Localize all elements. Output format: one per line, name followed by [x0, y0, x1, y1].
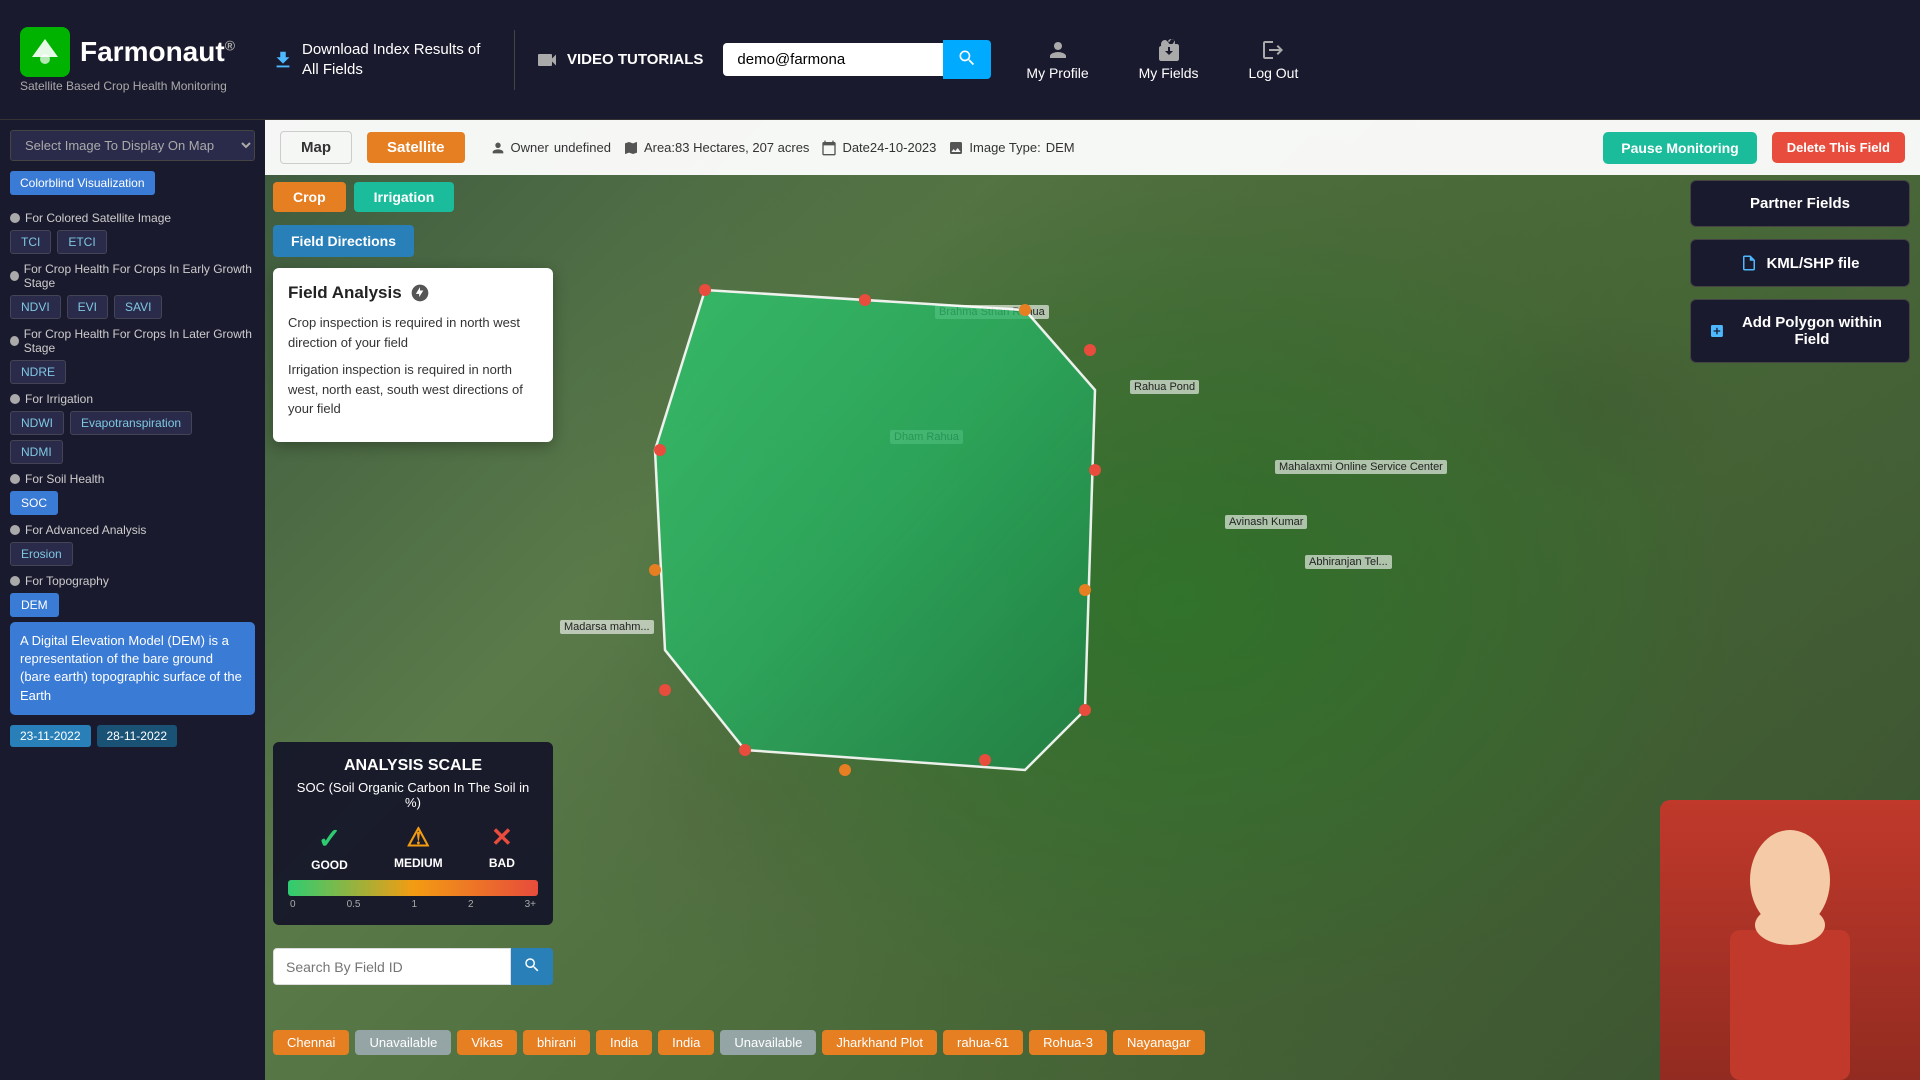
avatar-area	[1660, 800, 1920, 1080]
chip-nayanagar[interactable]: Nayanagar	[1113, 1030, 1205, 1055]
analysis-scale-panel: ANALYSIS SCALE SOC (Soil Organic Carbon …	[273, 742, 553, 925]
satellite-section: For Colored Satellite Image	[10, 211, 255, 225]
date-value: Date24-10-2023	[842, 140, 936, 155]
chip-chennai[interactable]: Chennai	[273, 1030, 349, 1055]
date-info: Date24-10-2023	[821, 140, 936, 156]
scale-bad: ✕ BAD	[489, 822, 515, 872]
map-controls-bar: Map Satellite Owner undefined Area:83 He…	[265, 120, 1920, 175]
chip-vikas[interactable]: Vikas	[457, 1030, 517, 1055]
soil-health-section: For Soil Health	[10, 472, 255, 486]
image-type-info: Image Type: DEM	[948, 140, 1074, 156]
scale-good: ✓ GOOD	[311, 822, 348, 872]
field-analysis-title: Field Analysis	[288, 283, 538, 303]
pause-monitoring-btn[interactable]: Pause Monitoring	[1603, 132, 1756, 164]
crop-irrigation-btns: Crop Irrigation	[273, 182, 454, 212]
logo-subtitle: Satellite Based Crop Health Monitoring	[20, 79, 240, 93]
field-directions-btn[interactable]: Field Directions	[273, 225, 414, 257]
ndre-btn[interactable]: NDRE	[10, 360, 66, 384]
ndvi-btn[interactable]: NDVI	[10, 295, 61, 319]
chip-unavail-2[interactable]: Unavailable	[720, 1030, 816, 1055]
crop-btn[interactable]: Crop	[273, 182, 346, 212]
colorblind-btn[interactable]: Colorblind Visualization	[10, 171, 155, 195]
crop-early-section: For Crop Health For Crops In Early Growt…	[10, 262, 255, 290]
search-button[interactable]	[943, 40, 991, 79]
map-info: Owner undefined Area:83 Hectares, 207 ac…	[490, 140, 1075, 156]
dem-btn[interactable]: DEM	[10, 593, 59, 617]
area-info: Area:83 Hectares, 207 acres	[623, 140, 809, 156]
topography-section: For Topography	[10, 574, 255, 588]
chip-jharkhand[interactable]: Jharkhand Plot	[822, 1030, 937, 1055]
my-fields-btn[interactable]: My Fields	[1124, 33, 1214, 86]
logo-area: Farmonaut® Satellite Based Crop Health M…	[20, 27, 240, 93]
main-area: Brahma Sthan Rahua Dham Rahua Rahua Pond…	[265, 120, 1920, 1080]
chip-unavail-1[interactable]: Unavailable	[355, 1030, 451, 1055]
logo-icon	[20, 27, 70, 77]
search-area	[723, 40, 991, 79]
owner-label: Owner	[511, 140, 549, 155]
topbar: Farmonaut® Satellite Based Crop Health M…	[0, 0, 1920, 120]
avatar-placeholder	[1660, 800, 1920, 1080]
date2-btn[interactable]: 28-11-2022	[97, 725, 178, 747]
advanced-section: For Advanced Analysis	[10, 523, 255, 537]
erosion-btn[interactable]: Erosion	[10, 542, 73, 566]
image-type-label: Image Type:	[969, 140, 1040, 155]
download-btn[interactable]: Download Index Results of All Fields	[260, 32, 494, 87]
logout-btn[interactable]: Log Out	[1234, 33, 1314, 86]
evi-btn[interactable]: EVI	[67, 295, 108, 319]
field-search-button[interactable]	[511, 948, 553, 985]
field-polygon	[645, 270, 1125, 820]
image-select[interactable]: Select Image To Display On Map	[10, 130, 255, 161]
crop-later-section: For Crop Health For Crops In Later Growt…	[10, 327, 255, 355]
owner-info: Owner undefined	[490, 140, 611, 156]
field-analysis-text1: Crop inspection is required in north wes…	[288, 313, 538, 352]
field-search-bar	[273, 948, 553, 985]
scale-medium: ⚠ MEDIUM	[394, 822, 443, 872]
dem-value: DEM	[1046, 140, 1075, 155]
kml-shp-btn[interactable]: KML/SHP file	[1690, 239, 1910, 287]
savi-btn[interactable]: SAVI	[114, 295, 162, 319]
add-polygon-btn[interactable]: Add Polygon within Field	[1690, 299, 1910, 363]
date1-btn[interactable]: 23-11-2022	[10, 725, 91, 747]
field-id-search-input[interactable]	[273, 948, 511, 985]
field-analysis-text2: Irrigation inspection is required in nor…	[288, 360, 538, 419]
evapo-btn[interactable]: Evapotranspiration	[70, 411, 192, 435]
field-chips: Chennai Unavailable Vikas bhirani India …	[273, 1030, 1673, 1055]
scale-bar	[288, 880, 538, 896]
etci-btn[interactable]: ETCI	[57, 230, 106, 254]
tci-btn[interactable]: TCI	[10, 230, 51, 254]
right-panel: Partner Fields KML/SHP file Add Polygon …	[1690, 180, 1910, 363]
chip-india-2[interactable]: India	[658, 1030, 714, 1055]
partner-fields-btn[interactable]: Partner Fields	[1690, 180, 1910, 227]
delete-field-btn[interactable]: Delete This Field	[1772, 132, 1905, 163]
irrigation-btn[interactable]: Irrigation	[354, 182, 455, 212]
ndmi-btn[interactable]: NDMI	[10, 440, 63, 464]
ndwi-btn[interactable]: NDWI	[10, 411, 64, 435]
chip-india-1[interactable]: India	[596, 1030, 652, 1055]
analysis-scale-title: ANALYSIS SCALE	[288, 757, 538, 775]
owner-value: undefined	[554, 140, 611, 155]
field-analysis-panel: Field Analysis Crop inspection is requir…	[273, 268, 553, 442]
video-tutorials-btn[interactable]: VIDEO TUTORIALS	[535, 48, 703, 72]
area-value: Area:83 Hectares, 207 acres	[644, 140, 809, 155]
logo-text: Farmonaut®	[80, 36, 235, 68]
tab-map[interactable]: Map	[280, 131, 352, 164]
search-input[interactable]	[723, 43, 943, 76]
analysis-scale-subtitle: SOC (Soil Organic Carbon In The Soil in …	[288, 780, 538, 810]
scale-icons: ✓ GOOD ⚠ MEDIUM ✕ BAD	[288, 822, 538, 872]
chip-rohua-3[interactable]: Rohua-3	[1029, 1030, 1107, 1055]
chip-rahua-61[interactable]: rahua-61	[943, 1030, 1023, 1055]
my-profile-btn[interactable]: My Profile	[1011, 33, 1103, 86]
sidebar: Select Image To Display On Map Colorblin…	[0, 120, 265, 1080]
tab-satellite[interactable]: Satellite	[367, 132, 465, 163]
dem-tooltip: A Digital Elevation Model (DEM) is a rep…	[10, 622, 255, 715]
soc-btn[interactable]: SOC	[10, 491, 58, 515]
chip-bhirani[interactable]: bhirani	[523, 1030, 590, 1055]
irrigation-section: For Irrigation	[10, 392, 255, 406]
